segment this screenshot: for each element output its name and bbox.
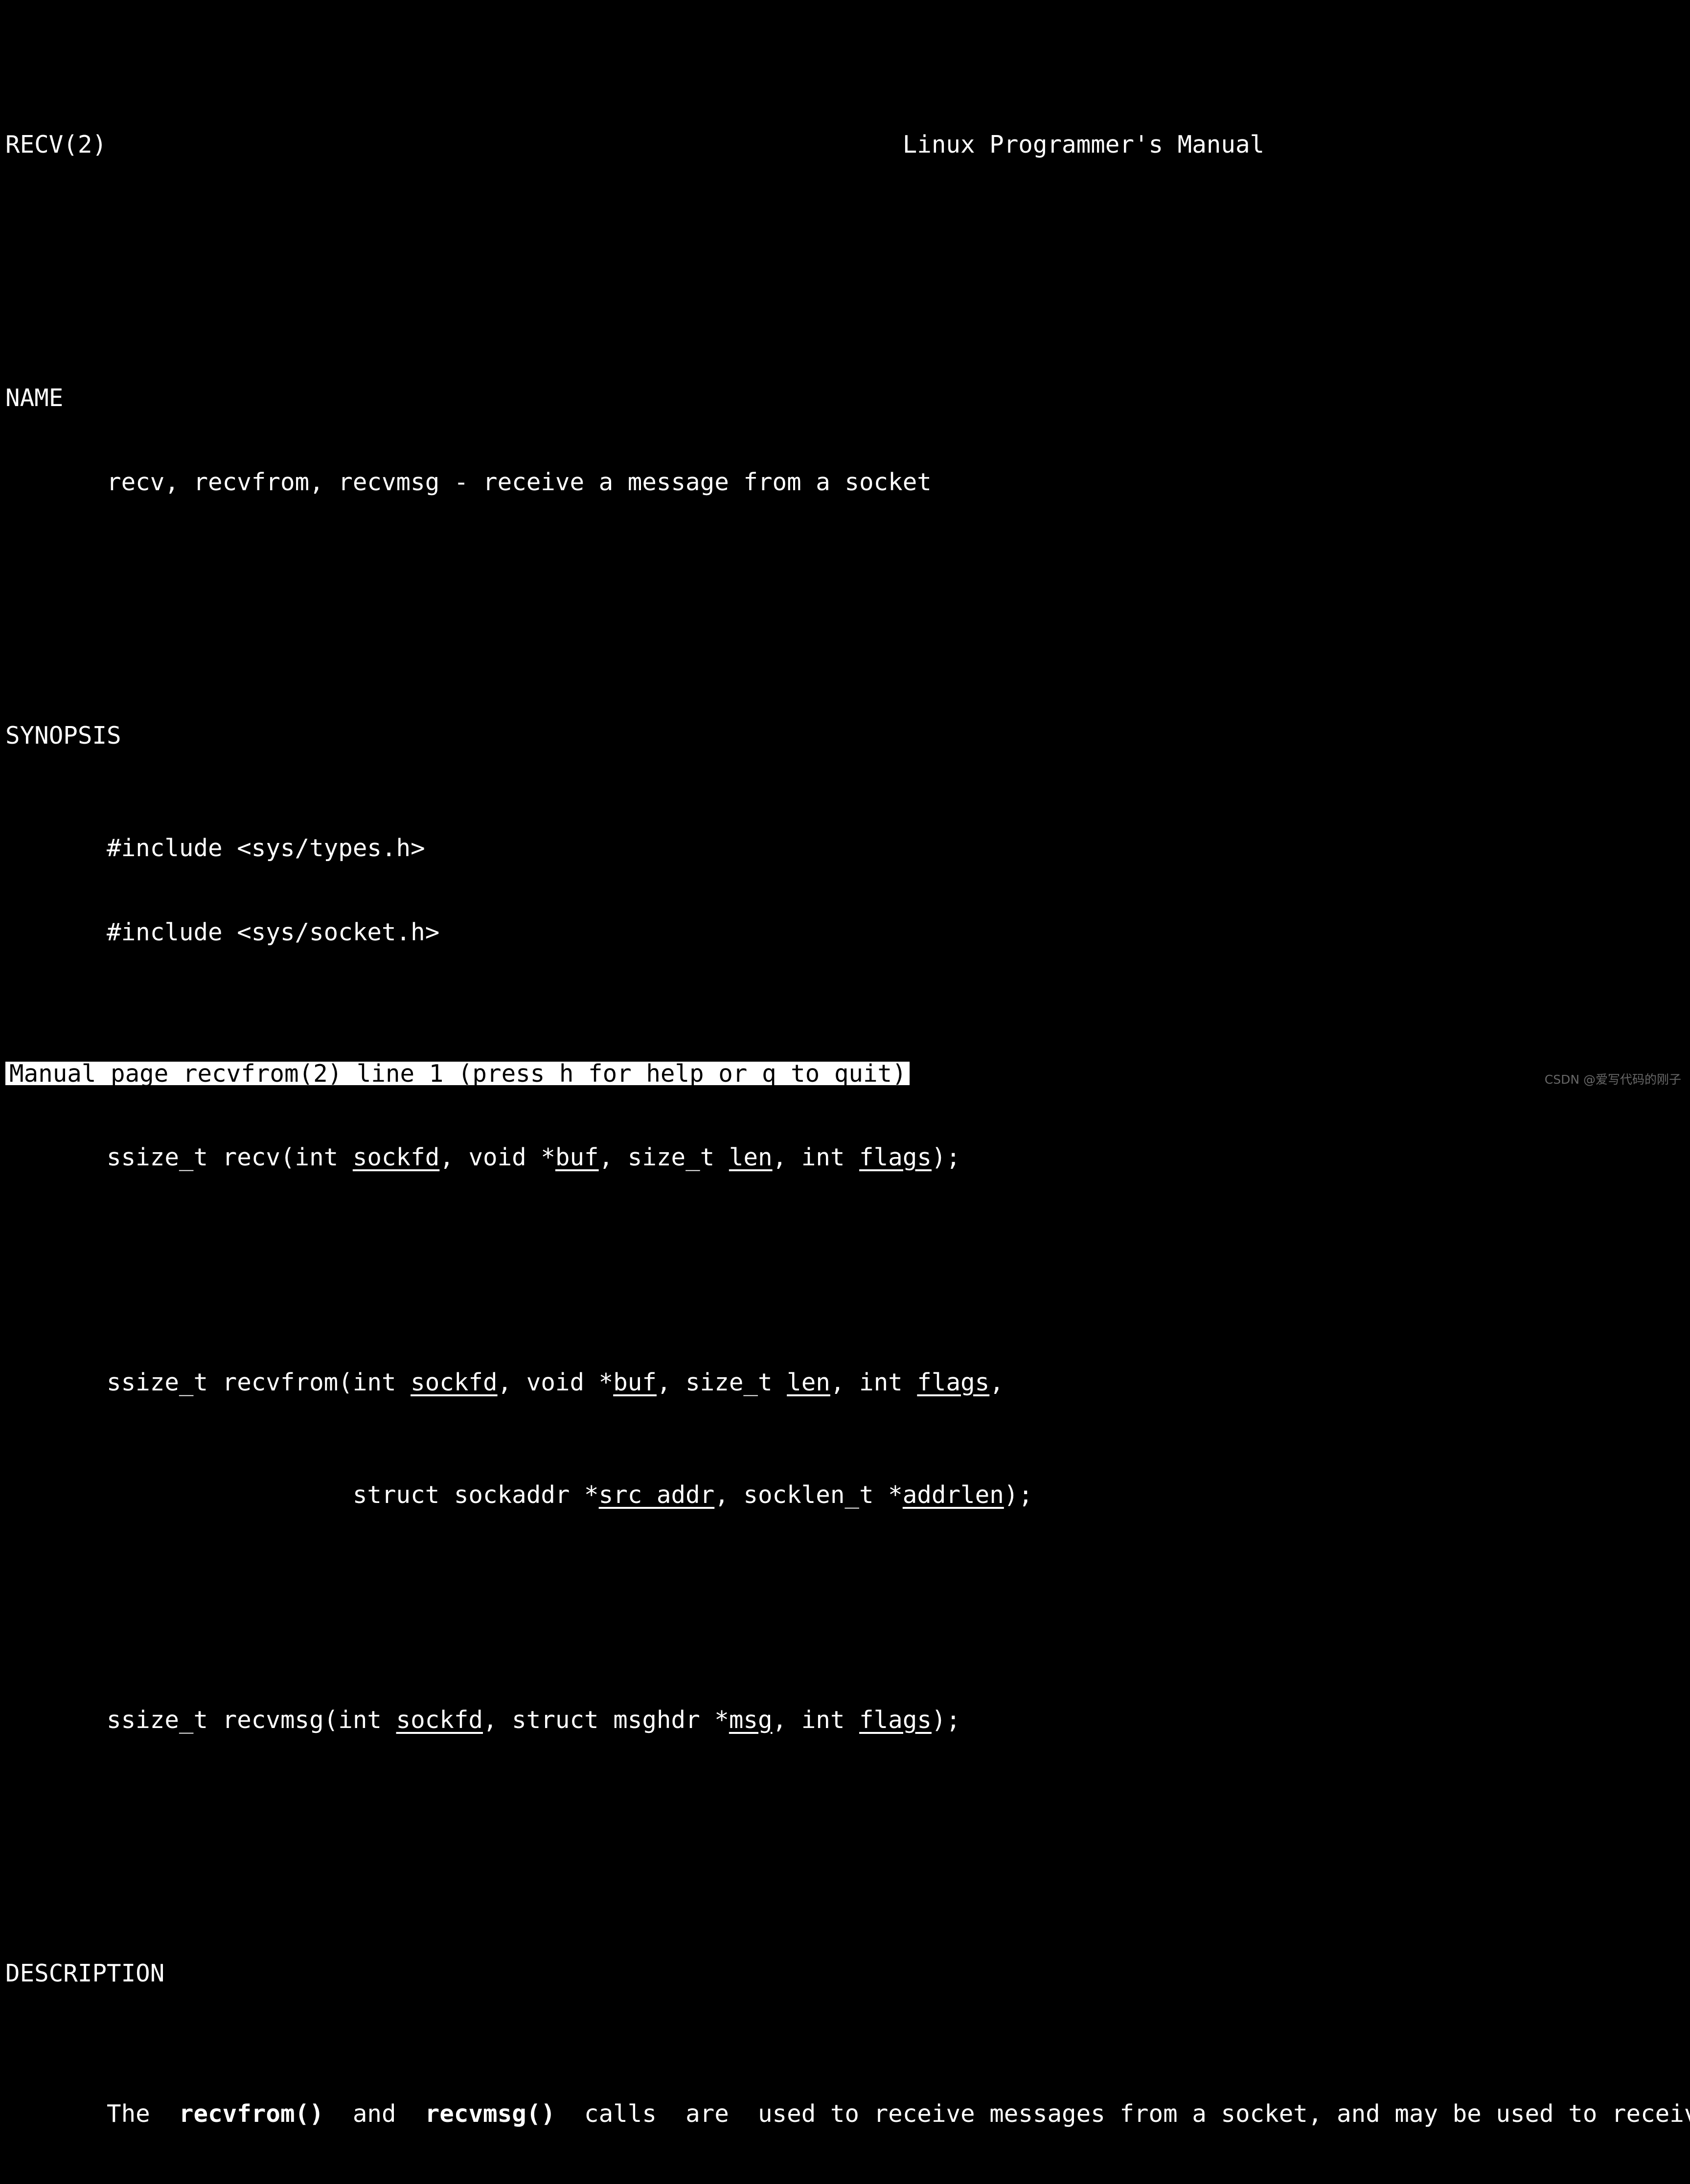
recvfrom2-mid1: , socklen_t * <box>714 1480 903 1509</box>
recvfrom-mid3: , int <box>830 1368 917 1396</box>
include-types-text: #include <sys/types.h> <box>107 834 425 862</box>
p1-e: calls are used to receive messages from … <box>555 2099 1690 2128</box>
indent <box>5 1706 107 1734</box>
spacer <box>5 1819 1689 1847</box>
header-left: RECV(2) <box>5 130 107 159</box>
param-addrlen: addrlen <box>903 1480 1004 1509</box>
param-buf: buf <box>613 1368 657 1396</box>
param-sockfd: sockfd <box>396 1706 483 1734</box>
header-gap-left <box>107 130 903 159</box>
section-heading-description: DESCRIPTION <box>5 1959 1689 1988</box>
manpage-header: RECV(2) Linux Programmer's Manual RECV(2… <box>5 131 1689 159</box>
param-len: len <box>729 1143 773 1171</box>
recv-mid3: , int <box>773 1143 859 1171</box>
name-text: recv, recvfrom, recvmsg - receive a mess… <box>107 468 932 496</box>
recvfrom-mid1: , void * <box>498 1368 614 1396</box>
recvfrom-post: , <box>989 1368 1004 1396</box>
recv-mid1: , void * <box>439 1143 555 1171</box>
func-recvfrom: recvfrom() <box>179 2099 324 2128</box>
prototype-recv: ssize_t recv(int sockfd, void *buf, size… <box>5 1143 1689 1172</box>
func-recvmsg: recvmsg() <box>425 2099 555 2128</box>
csdn-watermark: CSDN @爱写代码的刚子 <box>1545 1072 1681 1087</box>
header-center: Linux Programmer's Manual <box>903 130 1264 159</box>
terminal-window[interactable]: RECV(2) Linux Programmer's Manual RECV(2… <box>0 0 1690 1092</box>
synopsis-include-socket: #include <sys/socket.h> <box>5 918 1689 947</box>
header-gap-right <box>1264 130 1690 159</box>
prototype-recvfrom-line2: struct sockaddr *src_addr, socklen_t *ad… <box>5 1481 1689 1509</box>
indent <box>5 1480 107 1509</box>
description-para1-line1: The recvfrom() and recvmsg() calls are u… <box>5 2100 1689 2128</box>
recvfrom2-post: ); <box>1004 1480 1033 1509</box>
recv-pre: ssize_t recv(int <box>107 1143 353 1171</box>
indent <box>5 2099 107 2128</box>
name-body: recv, recvfrom, recvmsg - receive a mess… <box>5 468 1689 497</box>
prototype-recvfrom-line1: ssize_t recvfrom(int sockfd, void *buf, … <box>5 1368 1689 1397</box>
pager-status-bar[interactable]: Manual page recvfrom(2) line 1 (press h … <box>5 1062 910 1085</box>
param-src-addr: src_addr <box>599 1480 715 1509</box>
indent <box>5 468 107 496</box>
recv-post: ); <box>932 1143 960 1171</box>
prototype-recvmsg: ssize_t recvmsg(int sockfd, struct msghd… <box>5 1706 1689 1734</box>
indent <box>5 1143 107 1171</box>
spacer <box>5 1593 1689 1622</box>
recvfrom2-pre: struct sockaddr * <box>353 1480 599 1509</box>
param-flags: flags <box>859 1706 932 1734</box>
param-buf: buf <box>555 1143 599 1171</box>
spacer <box>5 1256 1689 1284</box>
param-len: len <box>787 1368 830 1396</box>
param-flags: flags <box>917 1368 989 1396</box>
recvfrom-pre: ssize_t recvfrom(int <box>107 1368 411 1396</box>
manpage-content: RECV(2) Linux Programmer's Manual RECV(2… <box>5 18 1689 2184</box>
spacer <box>5 1031 1689 1059</box>
recvmsg-mid2: , int <box>773 1706 859 1734</box>
include-socket-text: #include <sys/socket.h> <box>107 918 439 946</box>
spacer <box>5 581 1689 609</box>
spacer <box>5 243 1689 272</box>
param-flags: flags <box>859 1143 932 1171</box>
recv-mid2: , size_t <box>599 1143 729 1171</box>
param-sockfd: sockfd <box>353 1143 439 1171</box>
p1-c: and <box>324 2099 425 2128</box>
recvfrom-mid2: , size_t <box>657 1368 787 1396</box>
section-heading-name: NAME <box>5 384 1689 412</box>
indent <box>5 918 107 946</box>
indent <box>5 834 107 862</box>
p1-a: The <box>107 2099 179 2128</box>
synopsis-include-types: #include <sys/types.h> <box>5 834 1689 863</box>
recvmsg-mid1: , struct msghdr * <box>483 1706 729 1734</box>
section-heading-synopsis: SYNOPSIS <box>5 722 1689 750</box>
param-msg: msg <box>729 1706 773 1734</box>
pager-status-text: Manual page recvfrom(2) line 1 (press h … <box>9 1059 907 1088</box>
indent <box>5 1368 107 1396</box>
recvmsg-pre: ssize_t recvmsg(int <box>107 1706 396 1734</box>
param-sockfd: sockfd <box>411 1368 497 1396</box>
recvmsg-post: ); <box>932 1706 960 1734</box>
continuation-indent <box>107 1480 353 1509</box>
